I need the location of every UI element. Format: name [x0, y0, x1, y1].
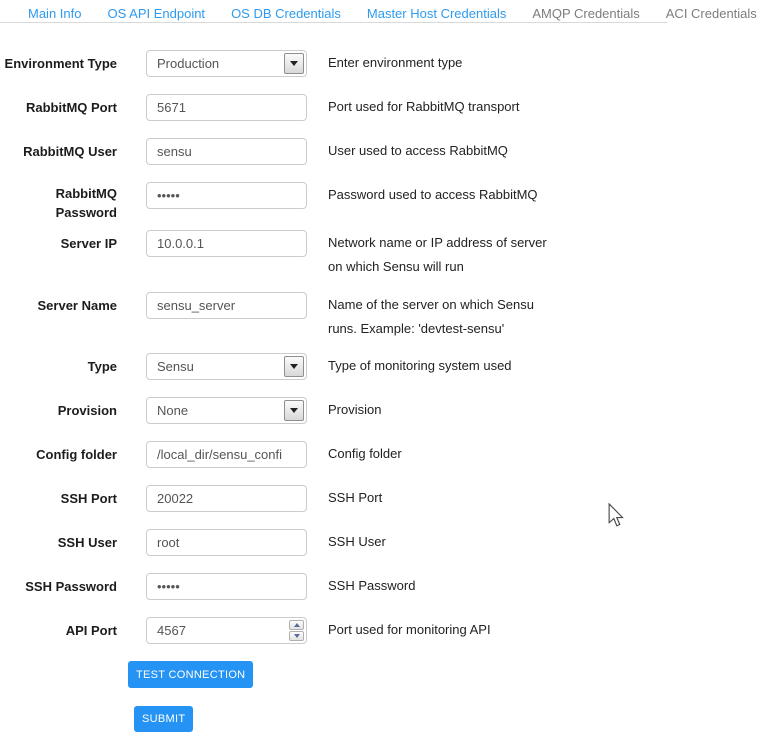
- field-control: None: [146, 397, 328, 424]
- ssh-port-label: SSH Port: [0, 485, 146, 512]
- environment-type-label: Environment Type: [0, 50, 146, 77]
- server-name-help: Name of the server on which Sensu runs. …: [328, 292, 553, 341]
- form-row: Provision None Provision: [0, 397, 760, 424]
- tabs: Main Info OS API Endpoint OS DB Credential…: [0, 0, 760, 28]
- type-help: Type of monitoring system used: [328, 353, 553, 380]
- rabbitmq-user-label: RabbitMQ User: [0, 138, 146, 165]
- ssh-port-input[interactable]: [146, 485, 307, 512]
- form-row: Config folder Config folder: [0, 441, 760, 468]
- api-port-input[interactable]: [146, 617, 307, 644]
- submit-button[interactable]: SUBMIT: [134, 706, 193, 732]
- field-control: Production: [146, 50, 328, 77]
- server-ip-help: Network name or IP address of server on …: [328, 230, 553, 279]
- ssh-user-help: SSH User: [328, 529, 553, 556]
- rabbitmq-user-input[interactable]: [146, 138, 307, 165]
- field-control: [146, 617, 328, 644]
- field-control: [146, 230, 328, 279]
- provision-help: Provision: [328, 397, 553, 424]
- server-ip-label: Server IP: [0, 230, 146, 279]
- api-port-label: API Port: [0, 617, 146, 644]
- environment-type-help: Enter environment type: [328, 50, 553, 77]
- form-row: Server Name Name of the server on which …: [0, 292, 760, 341]
- field-control: [146, 182, 328, 222]
- api-port-help: Port used for monitoring API: [328, 617, 553, 644]
- field-control: [146, 94, 328, 121]
- form-row: RabbitMQ Port Port used for RabbitMQ tra…: [0, 94, 760, 121]
- form-row: Server IP Network name or IP address of …: [0, 230, 760, 279]
- type-select[interactable]: Sensu: [146, 353, 307, 380]
- form-rows: Environment Type Production Enter enviro…: [0, 50, 760, 644]
- field-control: [146, 441, 328, 468]
- config-folder-input[interactable]: [146, 441, 307, 468]
- field-control: [146, 573, 328, 600]
- form-row: Type Sensu Type of monitoring system use…: [0, 353, 760, 380]
- environment-type-selected-value: Production: [157, 51, 219, 76]
- tab-master-host-credentials[interactable]: Master Host Credentials: [367, 2, 506, 25]
- type-label: Type: [0, 353, 146, 380]
- server-name-input[interactable]: [146, 292, 307, 319]
- ssh-port-help: SSH Port: [328, 485, 553, 512]
- field-control: [146, 485, 328, 512]
- rabbitmq-password-help: Password used to access RabbitMQ: [328, 182, 553, 222]
- dropdown-arrow-icon[interactable]: [284, 53, 304, 74]
- form-row: API Port Port used for monitoring API: [0, 617, 760, 644]
- number-spinner: [289, 620, 304, 641]
- config-folder-help: Config folder: [328, 441, 553, 468]
- monitoring-form: Environment Type Production Enter enviro…: [0, 27, 760, 732]
- tab-os-api-endpoint[interactable]: OS API Endpoint: [107, 2, 205, 25]
- server-ip-input[interactable]: [146, 230, 307, 257]
- ssh-password-help: SSH Password: [328, 573, 553, 600]
- server-name-label: Server Name: [0, 292, 146, 341]
- field-control: Sensu: [146, 353, 328, 380]
- rabbitmq-port-input[interactable]: [146, 94, 307, 121]
- provision-selected-value: None: [157, 398, 188, 423]
- tab-aci-credentials[interactable]: ACI Credentials: [666, 2, 757, 25]
- rabbitmq-user-help: User used to access RabbitMQ: [328, 138, 553, 165]
- form-row: SSH Password SSH Password: [0, 573, 760, 600]
- field-control: [146, 138, 328, 165]
- form-row: SSH Port SSH Port: [0, 485, 760, 512]
- ssh-user-input[interactable]: [146, 529, 307, 556]
- provision-select[interactable]: None: [146, 397, 307, 424]
- provision-label: Provision: [0, 397, 146, 424]
- ssh-password-label: SSH Password: [0, 573, 146, 600]
- form-row: SSH User SSH User: [0, 529, 760, 556]
- test-connection-button[interactable]: TEST CONNECTION: [128, 661, 253, 688]
- tab-amqp-credentials[interactable]: AMQP Credentials: [532, 2, 639, 25]
- form-row: Environment Type Production Enter enviro…: [0, 50, 760, 77]
- monitoring-settings-page: Main Info OS API Endpoint OS DB Credential…: [0, 0, 760, 737]
- tab-bar: Main Info OS API Endpoint OS DB Credential…: [0, 0, 760, 27]
- form-row: RabbitMQ User User used to access Rabbit…: [0, 138, 760, 165]
- dropdown-arrow-icon[interactable]: [284, 400, 304, 421]
- api-port-field: [146, 617, 307, 644]
- ssh-user-label: SSH User: [0, 529, 146, 556]
- spinner-up-icon[interactable]: [289, 620, 304, 630]
- dropdown-arrow-icon[interactable]: [284, 356, 304, 377]
- rabbitmq-port-label: RabbitMQ Port: [0, 94, 146, 121]
- ssh-password-input[interactable]: [146, 573, 307, 600]
- spinner-down-icon[interactable]: [289, 631, 304, 641]
- field-control: [146, 292, 328, 341]
- form-row: RabbitMQ Password Password used to acces…: [0, 182, 760, 222]
- tab-main-info[interactable]: Main Info: [28, 2, 81, 25]
- field-control: [146, 529, 328, 556]
- rabbitmq-port-help: Port used for RabbitMQ transport: [328, 94, 553, 121]
- environment-type-select[interactable]: Production: [146, 50, 307, 77]
- rabbitmq-password-input[interactable]: [146, 182, 307, 209]
- tab-os-db-credentials[interactable]: OS DB Credentials: [231, 2, 341, 25]
- config-folder-label: Config folder: [0, 441, 146, 468]
- rabbitmq-password-label: RabbitMQ Password: [0, 182, 146, 222]
- type-selected-value: Sensu: [157, 354, 194, 379]
